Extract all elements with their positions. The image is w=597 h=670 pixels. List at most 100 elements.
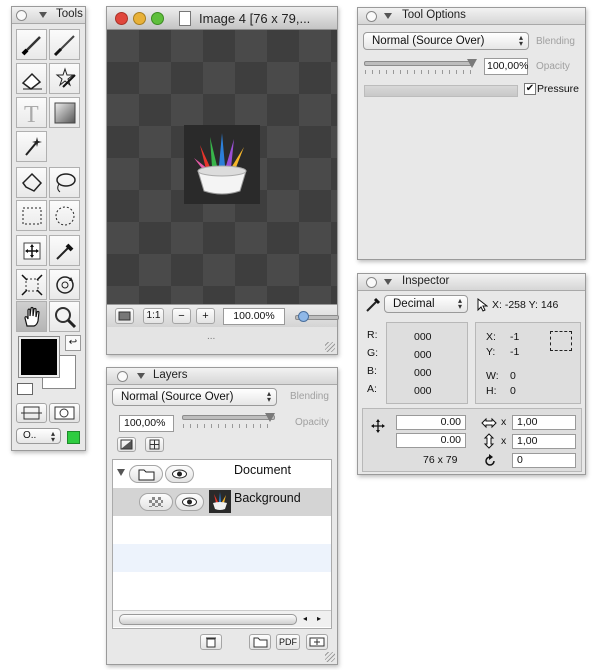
minimize-window-button[interactable] (133, 12, 146, 25)
rect-select-tool[interactable] (16, 200, 47, 231)
scrollbar-thumb[interactable] (119, 614, 297, 625)
scroll-left-arrow-icon[interactable]: ◂ (303, 614, 307, 623)
resize-grip-icon[interactable] (325, 342, 335, 352)
close-button[interactable] (16, 10, 27, 21)
layers-blend-mode-popup[interactable]: Normal (Source Over) ▴ ▾ (112, 388, 277, 406)
a-label: A: (367, 383, 377, 395)
list-empty-row (113, 544, 331, 572)
close-button[interactable] (366, 277, 377, 288)
ellipse-select-tool[interactable] (49, 200, 80, 231)
scroll-right-arrow-icon[interactable]: ▸ (317, 614, 321, 623)
move-tool[interactable] (16, 235, 47, 266)
foreground-color-swatch[interactable] (18, 336, 60, 378)
text-tool[interactable]: T (16, 97, 47, 128)
opacity-label: Opacity (536, 61, 570, 72)
lasso-tool[interactable] (49, 167, 80, 198)
grid-icon (149, 439, 160, 450)
layer-mask-button[interactable] (117, 437, 136, 452)
default-colors-icon[interactable] (17, 383, 33, 395)
horizontal-scrollbar[interactable]: ◂ ▸ (113, 610, 331, 627)
brush-tool[interactable] (16, 29, 47, 60)
zoom-in-button[interactable]: + (196, 308, 215, 324)
star-stamp-icon (55, 67, 76, 88)
fit-image-button[interactable] (115, 308, 134, 324)
opacity-slider[interactable] (364, 61, 474, 66)
rotate-tool[interactable] (49, 269, 80, 300)
new-layer-button[interactable] (306, 634, 328, 650)
close-window-button[interactable] (115, 12, 128, 25)
delete-layer-button[interactable] (200, 634, 222, 650)
collapse-triangle-icon[interactable] (384, 279, 392, 285)
tool-mode-popup[interactable]: O.. ▴ ▾ (16, 428, 61, 444)
opacity-slider-knob[interactable] (467, 59, 477, 68)
opacity-field[interactable]: 100,00% (484, 58, 528, 75)
magic-wand-tool[interactable] (16, 131, 47, 162)
scale-y-value: 1,00 (517, 435, 538, 447)
visibility-toggle[interactable] (165, 465, 194, 483)
resize-grip-icon[interactable] (325, 652, 335, 662)
scale-y-field[interactable]: 1,00 (512, 434, 576, 449)
popup-arrows-icon: ▴ ▾ (518, 33, 523, 48)
collapse-triangle-icon[interactable] (384, 13, 392, 19)
offset-y-field[interactable]: 0.00 (396, 433, 466, 448)
blending-label: Blending (536, 36, 575, 47)
transform-box: 0.00 0.00 76 x 79 x 1,00 x 1,00 0 (362, 408, 582, 472)
collapse-triangle-icon[interactable] (39, 12, 47, 18)
actual-size-label: 1:1 (146, 310, 161, 321)
pen-brush-tool[interactable] (49, 29, 80, 60)
collapse-triangle-icon[interactable] (137, 373, 145, 379)
scale-x-field[interactable]: 1,00 (512, 415, 576, 430)
rotation-field[interactable]: 0 (512, 453, 576, 468)
layers-opacity-value: 100,00% (124, 417, 166, 429)
polygon-lasso-tool[interactable] (16, 167, 47, 198)
layers-panel: Layers Normal (Source Over) ▴ ▾ Blending … (106, 367, 338, 665)
zoom-window-button[interactable] (151, 12, 164, 25)
scale-x-separator: x (501, 416, 507, 428)
swap-colors-icon[interactable]: ↩ (65, 335, 81, 351)
actual-size-button[interactable]: 1:1 (143, 308, 164, 324)
close-button[interactable] (366, 11, 377, 22)
layers-opacity-field[interactable]: 100,00% (119, 415, 174, 432)
eyedropper-tool[interactable] (49, 235, 80, 266)
layers-titlebar: Layers (107, 368, 337, 385)
fit-view-button[interactable] (16, 403, 47, 423)
layer-row[interactable]: Background (113, 488, 331, 516)
screen-mode-button[interactable] (49, 403, 80, 423)
transform-tool[interactable] (16, 269, 47, 300)
export-pdf-button[interactable]: PDF (276, 634, 300, 650)
zoom-out-button[interactable]: − (172, 308, 191, 324)
blend-mode-popup[interactable]: Normal (Source Over) ▴ ▾ (363, 32, 529, 50)
layer-grid-button[interactable] (145, 437, 164, 452)
hand-tool[interactable] (16, 301, 47, 332)
layers-opacity-knob[interactable] (265, 413, 275, 422)
move-offset-icon (371, 419, 385, 433)
stamp-tool[interactable] (49, 63, 80, 94)
offset-x-field[interactable]: 0.00 (396, 415, 466, 430)
disclosure-triangle-icon[interactable] (117, 469, 125, 476)
layers-opacity-slider[interactable] (182, 415, 275, 420)
gradient-tool[interactable] (49, 97, 80, 128)
close-button[interactable] (117, 371, 128, 382)
rotation-icon (485, 454, 495, 466)
layer-row[interactable]: Document (113, 460, 331, 488)
image-titlebar: Image 4 [76 x 79,... (107, 7, 337, 30)
eraser-tool[interactable] (16, 63, 47, 94)
popup-arrows-icon: ▴ ▾ (266, 389, 271, 404)
zoom-field[interactable]: 100.00% (223, 308, 285, 325)
image-window: Image 4 [76 x 79,... 1:1 − + 100.00% ... (106, 6, 339, 355)
new-group-button[interactable] (249, 634, 271, 650)
canvas-area[interactable] (107, 30, 337, 304)
zoom-slider-knob[interactable] (298, 311, 309, 322)
fit-screen-icon (21, 406, 42, 420)
inspector-title: Inspector (402, 275, 450, 287)
status-light (67, 431, 80, 444)
zoom-tool[interactable] (49, 301, 80, 332)
unit-popup[interactable]: Decimal ▴ ▾ (384, 295, 468, 313)
g-label: G: (367, 347, 379, 359)
scale-width-icon (481, 417, 497, 429)
cursor-arrow-icon (477, 298, 488, 312)
pressure-checkbox[interactable]: ✔ (524, 83, 536, 95)
layers-title: Layers (153, 369, 188, 381)
visibility-toggle[interactable] (175, 493, 204, 511)
layer-thumbnail (209, 490, 231, 513)
